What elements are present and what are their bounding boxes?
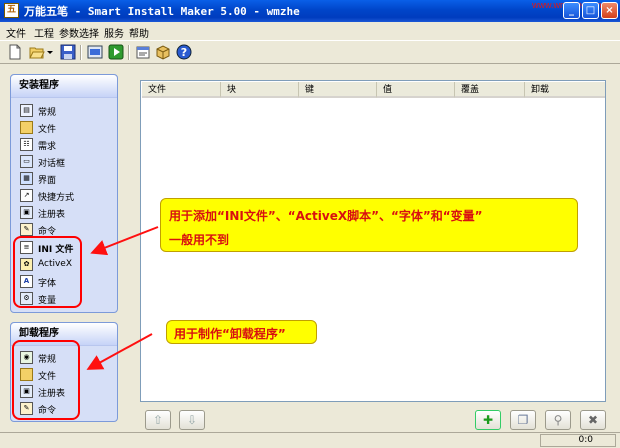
- status-bar: 0:0: [0, 432, 620, 448]
- delete-button[interactable]: ✖: [580, 410, 606, 430]
- move-up-button[interactable]: ⇧: [145, 410, 171, 430]
- arrow-down-icon: ⇩: [186, 413, 198, 427]
- callout-advanced-features: 用于添加“INI文件”、“ActiveX脚本”、“字体”和“变量” 一般用不到: [160, 198, 578, 252]
- arrow-up-icon: ⇧: [152, 413, 164, 427]
- cursor-position: 0:0: [540, 434, 616, 447]
- arrow-advanced: [90, 226, 159, 256]
- plus-icon: ✚: [482, 413, 494, 427]
- move-down-button[interactable]: ⇩: [179, 410, 205, 430]
- add-button[interactable]: ✚: [475, 410, 501, 430]
- close-icon: ✖: [587, 413, 599, 427]
- callout-advanced-line2: 一般用不到: [169, 233, 230, 247]
- arrow-uninstall: [86, 333, 153, 370]
- callout-advanced-line1: 用于添加“INI文件”、“ActiveX脚本”、“字体”和“变量”: [169, 209, 483, 223]
- callout-uninstaller-text: 用于制作“卸载程序”: [174, 327, 286, 341]
- callout-uninstaller: 用于制作“卸载程序”: [166, 320, 317, 344]
- search-button[interactable]: ⚲: [545, 410, 571, 430]
- search-icon: ⚲: [553, 413, 563, 427]
- copy-button[interactable]: ❐: [510, 410, 536, 430]
- copy-icon: ❐: [517, 413, 529, 427]
